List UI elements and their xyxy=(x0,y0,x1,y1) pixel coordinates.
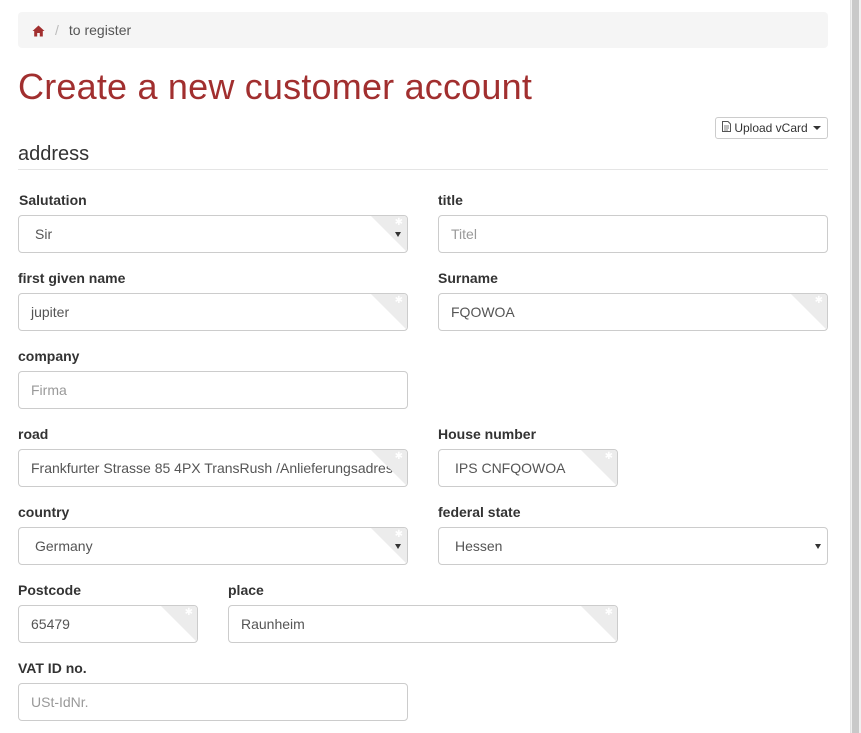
postcode-input[interactable]: 65479 ✱ xyxy=(18,605,198,643)
required-star-icon: ✱ xyxy=(184,607,193,618)
postcode-label: Postcode xyxy=(18,582,82,598)
first-name-value: jupiter xyxy=(31,304,70,320)
required-star-icon: ✱ xyxy=(604,607,613,618)
upload-vcard-label: Upload vCard xyxy=(734,121,808,135)
surname-label: Surname xyxy=(438,270,498,286)
company-placeholder: Firma xyxy=(31,382,67,398)
company-label: company xyxy=(18,348,80,364)
company-input[interactable]: Firma xyxy=(18,371,408,409)
federal-state-select[interactable]: Hessen xyxy=(438,527,828,565)
first-name-label: first given name xyxy=(18,270,126,286)
home-icon[interactable] xyxy=(32,24,45,37)
page-scrollbar[interactable] xyxy=(850,0,861,733)
title-input[interactable]: Titel xyxy=(438,215,828,253)
first-name-input[interactable]: jupiter ✱ xyxy=(18,293,408,331)
place-input[interactable]: Raunheim ✱ xyxy=(228,605,618,643)
vat-id-label: VAT ID no. xyxy=(18,660,87,676)
breadcrumb-current: to register xyxy=(68,22,132,38)
title-label: title xyxy=(438,192,463,208)
caret-down-icon xyxy=(812,126,821,130)
surname-input[interactable]: FQOWOA ✱ xyxy=(438,293,828,331)
road-input[interactable]: Frankfurter Strasse 85 4PX TransRush /An… xyxy=(18,449,408,487)
required-star-icon: ✱ xyxy=(394,295,403,306)
salutation-select[interactable]: Sir ✱ xyxy=(18,215,408,253)
house-number-label: House number xyxy=(438,426,537,442)
place-value: Raunheim xyxy=(241,616,305,632)
breadcrumb: / to register xyxy=(18,12,828,48)
required-star-icon: ✱ xyxy=(604,451,613,462)
page-title: Create a new customer account xyxy=(18,66,533,107)
required-star-icon: ✱ xyxy=(394,217,403,228)
chevron-down-icon xyxy=(395,232,401,237)
section-legend: address xyxy=(18,143,828,170)
required-star-icon: ✱ xyxy=(814,295,823,306)
required-star-icon: ✱ xyxy=(394,529,403,540)
salutation-label: Salutation xyxy=(19,192,87,208)
federal-state-value: Hessen xyxy=(455,538,503,554)
scrollbar-thumb[interactable] xyxy=(852,0,859,733)
required-star-icon: ✱ xyxy=(394,451,403,462)
title-placeholder: Titel xyxy=(451,226,477,242)
postcode-value: 65479 xyxy=(31,616,70,632)
vat-id-input[interactable]: USt-IdNr. xyxy=(18,683,408,721)
chevron-down-icon xyxy=(815,544,821,549)
house-number-input[interactable]: IPS CNFQOWOA ✱ xyxy=(438,449,618,487)
road-value: Frankfurter Strasse 85 4PX TransRush /An… xyxy=(31,460,393,476)
document-icon xyxy=(722,121,732,135)
country-select[interactable]: Germany ✱ xyxy=(18,527,408,565)
road-label: road xyxy=(18,426,49,442)
country-label: country xyxy=(18,504,70,520)
upload-vcard-button[interactable]: Upload vCard xyxy=(715,117,828,139)
chevron-down-icon xyxy=(395,544,401,549)
country-value: Germany xyxy=(35,538,93,554)
vat-id-placeholder: USt-IdNr. xyxy=(31,694,89,710)
surname-value: FQOWOA xyxy=(451,304,515,320)
breadcrumb-separator: / xyxy=(55,22,59,38)
place-label: place xyxy=(228,582,264,598)
house-number-value: IPS CNFQOWOA xyxy=(455,460,566,476)
salutation-value: Sir xyxy=(35,226,53,242)
federal-state-label: federal state xyxy=(438,504,521,520)
